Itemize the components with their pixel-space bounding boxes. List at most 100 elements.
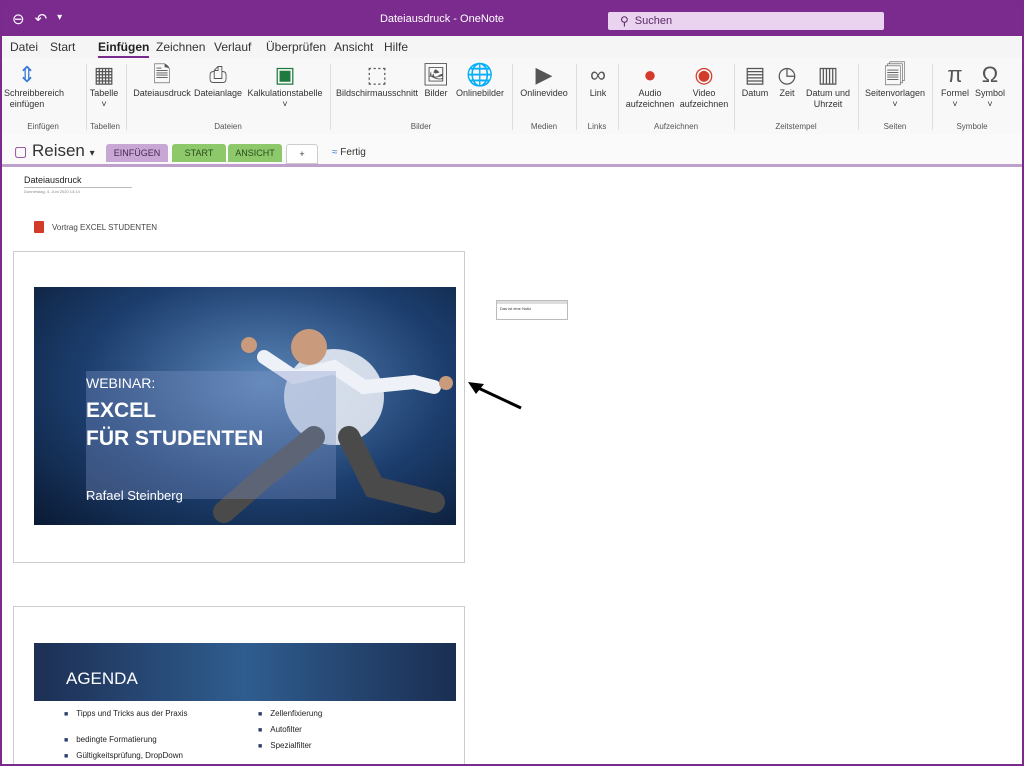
tabelle-button[interactable]: ▦ Tabelle ˅ xyxy=(86,62,122,110)
menu-datei[interactable]: Datei xyxy=(10,40,38,54)
slide-title-line2: FÜR STUDENTEN xyxy=(86,427,264,450)
menu-hilfe[interactable]: Hilfe xyxy=(384,40,408,54)
button-label: Link xyxy=(589,88,607,98)
menu-einfuegen[interactable]: Einfügen xyxy=(98,40,150,58)
button-label: Dateianlage xyxy=(193,88,243,98)
group-label-zeitstempel: Zeitstempel xyxy=(775,122,817,131)
dateiausdruck-button[interactable]: 🗎 Dateiausdruck xyxy=(132,62,192,99)
window-title: Dateiausdruck - OneNote xyxy=(379,13,505,25)
dateianlage-button[interactable]: ⎙ Dateianlage xyxy=(192,62,244,99)
bildschirmausschnitt-button[interactable]: ⬚ Bildschirmausschnitt xyxy=(334,62,420,99)
menu-zeichnen[interactable]: Zeichnen xyxy=(156,40,205,54)
group-label-tabellen: Tabellen xyxy=(90,122,120,131)
group-label-symbole: Symbole xyxy=(956,122,988,131)
chevron-down-icon: ▾ xyxy=(89,148,95,159)
button-label: aufzeichnen xyxy=(679,99,729,109)
agenda-item: Zellenfixierung xyxy=(258,709,322,718)
menu-verlauf[interactable]: Verlauf xyxy=(214,40,251,54)
button-label: Datum und xyxy=(805,88,851,98)
title-underline xyxy=(24,187,132,188)
button-label: Onlinevideo xyxy=(520,88,568,98)
group-label-seiten: Seiten xyxy=(883,122,907,131)
fertig-button[interactable]: ≈ Fertig xyxy=(332,147,366,158)
slide-webinar-label: WEBINAR: xyxy=(86,375,156,391)
agenda-item: Tipps und Tricks aus der Praxis xyxy=(64,709,187,718)
ribbon: ⇕ Schreibbereich einfügen ▦ Tabelle ˅ 🗎 … xyxy=(2,58,1022,135)
button-label: Dateiausdruck xyxy=(133,88,191,98)
audio-aufzeichnen-button[interactable]: ● Audio aufzeichnen xyxy=(622,62,678,110)
notebook-selector[interactable]: ▢ Reisen ▾ xyxy=(14,141,95,161)
slide-author: Rafael Steinberg xyxy=(86,488,183,503)
section-tab-start[interactable]: START xyxy=(172,144,226,162)
insert-space-icon: ⇕ xyxy=(17,62,37,87)
button-label: Bilder xyxy=(424,88,448,98)
record-video-icon: ◉ xyxy=(694,62,714,87)
group-label-links: Links xyxy=(587,122,607,131)
page-canvas[interactable]: Dateiausdruck Donnerstag, 4. Juni 2020 1… xyxy=(2,167,1022,764)
zeit-button[interactable]: ◷ Zeit xyxy=(774,62,800,99)
button-label: ˅ xyxy=(282,99,288,109)
symbol-button[interactable]: Ω Symbol ˅ xyxy=(972,62,1008,110)
notebook-bar: ▢ Reisen ▾ EINFÜGEN START ANSICHT + ≈ Fe… xyxy=(2,134,1022,167)
agenda-title: AGENDA xyxy=(66,669,138,688)
note-container[interactable]: Das ist eine Notiz xyxy=(496,300,568,320)
page-title[interactable]: Dateiausdruck xyxy=(24,175,82,185)
button-label: Zeit xyxy=(779,88,795,98)
group-label-dateien: Dateien xyxy=(214,122,242,131)
group-label-medien: Medien xyxy=(530,122,558,131)
search-box[interactable]: ⚲ Suchen xyxy=(608,12,884,30)
video-aufzeichnen-button[interactable]: ◉ Video aufzeichnen xyxy=(678,62,730,110)
search-placeholder: Suchen xyxy=(634,15,673,27)
button-label: Tabelle xyxy=(89,88,119,98)
datum-button[interactable]: ▤ Datum xyxy=(738,62,772,99)
screen-clipping-icon: ⬚ xyxy=(366,62,388,87)
section-tab-einfuegen[interactable]: EINFÜGEN xyxy=(106,144,168,162)
add-section-button[interactable]: + xyxy=(286,144,318,164)
button-label: Onlinebilder xyxy=(455,88,505,98)
button-label: Audio xyxy=(638,88,662,98)
online-video-icon: ▶ xyxy=(535,62,553,87)
menu-bar: Datei Start Einfügen Zeichnen Verlauf Üb… xyxy=(2,36,1022,58)
agenda-item: Autofilter xyxy=(258,725,302,734)
menu-ueberpruefen[interactable]: Überprüfen xyxy=(266,40,326,54)
page-date: Donnerstag, 4. Juni 2020 13:14 xyxy=(24,189,80,194)
bilder-button[interactable]: 🖼 Bilder xyxy=(420,62,452,99)
button-label: ˅ xyxy=(101,99,107,109)
table-icon: ▦ xyxy=(93,62,115,87)
page-templates-icon: 🗐 xyxy=(884,62,906,87)
menu-ansicht[interactable]: Ansicht xyxy=(334,40,373,54)
button-label: ˅ xyxy=(987,99,993,109)
menu-start[interactable]: Start xyxy=(50,40,75,54)
record-audio-icon: ● xyxy=(643,62,657,87)
formel-button[interactable]: π Formel ˅ xyxy=(936,62,974,110)
link-icon: ∞ xyxy=(590,62,606,87)
schreibbereich-button[interactable]: ⇕ Schreibbereich einfügen xyxy=(4,62,64,110)
button-label: aufzeichnen xyxy=(625,99,675,109)
onlinevideo-button[interactable]: ▶ Onlinevideo xyxy=(516,62,572,99)
attachment-name: Vortrag EXCEL STUDENTEN xyxy=(52,222,158,232)
button-label: Formel xyxy=(940,88,969,98)
attachment-file[interactable]: Vortrag EXCEL STUDENTEN xyxy=(34,221,157,233)
slide-title-line1: EXCEL xyxy=(86,399,157,422)
pictures-icon: 🖼 xyxy=(422,62,450,87)
arrow-annotation xyxy=(468,382,522,410)
search-icon: ⚲ xyxy=(620,14,629,28)
printout-slide-2[interactable]: AGENDA Tipps und Tricks aus der Praxis b… xyxy=(13,606,465,764)
button-label: Symbol xyxy=(974,88,1005,98)
section-tab-ansicht[interactable]: ANSICHT xyxy=(228,144,282,162)
link-button[interactable]: ∞ Link xyxy=(580,62,616,99)
notebook-icon: ▢ xyxy=(14,143,28,159)
printout-slide-1[interactable]: WEBINAR: EXCEL FÜR STUDENTEN Rafael Stei… xyxy=(13,251,465,563)
powerpoint-file-icon xyxy=(34,221,44,233)
button-label: Kalkulationstabelle xyxy=(247,88,323,98)
seitenvorlagen-button[interactable]: 🗐 Seitenvorlagen ˅ xyxy=(860,62,930,110)
calendar-clock-icon: ▥ xyxy=(817,62,839,87)
agenda-item: Gültigkeitsprüfung, DropDown xyxy=(64,751,183,760)
button-label: ˅ xyxy=(952,99,958,109)
note-text[interactable]: Das ist eine Notiz xyxy=(497,304,567,313)
kalkulationstabelle-button[interactable]: ▣ Kalkulationstabelle ˅ xyxy=(244,62,326,110)
button-label: Uhrzeit xyxy=(813,99,843,109)
datum-und-uhrzeit-button[interactable]: ▥ Datum und Uhrzeit xyxy=(802,62,854,110)
button-label: Bildschirmausschnitt xyxy=(335,88,419,98)
onlinebilder-button[interactable]: 🌐 Onlinebilder xyxy=(452,62,508,99)
